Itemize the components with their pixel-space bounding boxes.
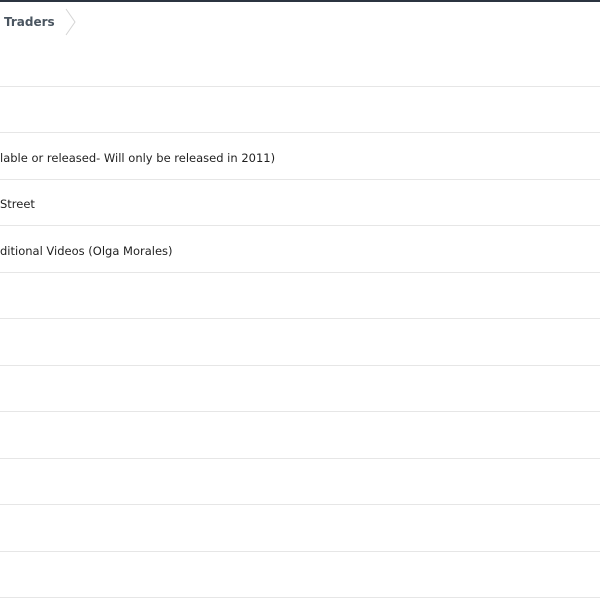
page: Traders lable or released- Will only be … [0,0,600,600]
list-item[interactable] [0,412,600,459]
breadcrumb: Traders [0,2,600,41]
list-item[interactable]: Street [0,180,600,226]
item-list: lable or released- Will only be released… [0,40,600,598]
breadcrumb-item-traders[interactable]: Traders [0,15,55,29]
list-item-label: lable or released- Will only be released… [0,150,276,165]
list-item[interactable] [0,552,600,598]
list-item[interactable] [0,87,600,133]
list-item[interactable] [0,273,600,319]
list-item-label: Street [0,197,35,212]
list-item[interactable] [0,459,600,505]
list-item[interactable] [0,40,600,87]
list-item[interactable]: lable or released- Will only be released… [0,133,600,180]
list-item[interactable]: ditional Videos (Olga Morales) [0,226,600,273]
chevron-right-icon [65,7,77,37]
list-item[interactable] [0,319,600,366]
list-item[interactable] [0,505,600,552]
list-item-label: ditional Videos (Olga Morales) [0,243,173,258]
list-item[interactable] [0,366,600,412]
